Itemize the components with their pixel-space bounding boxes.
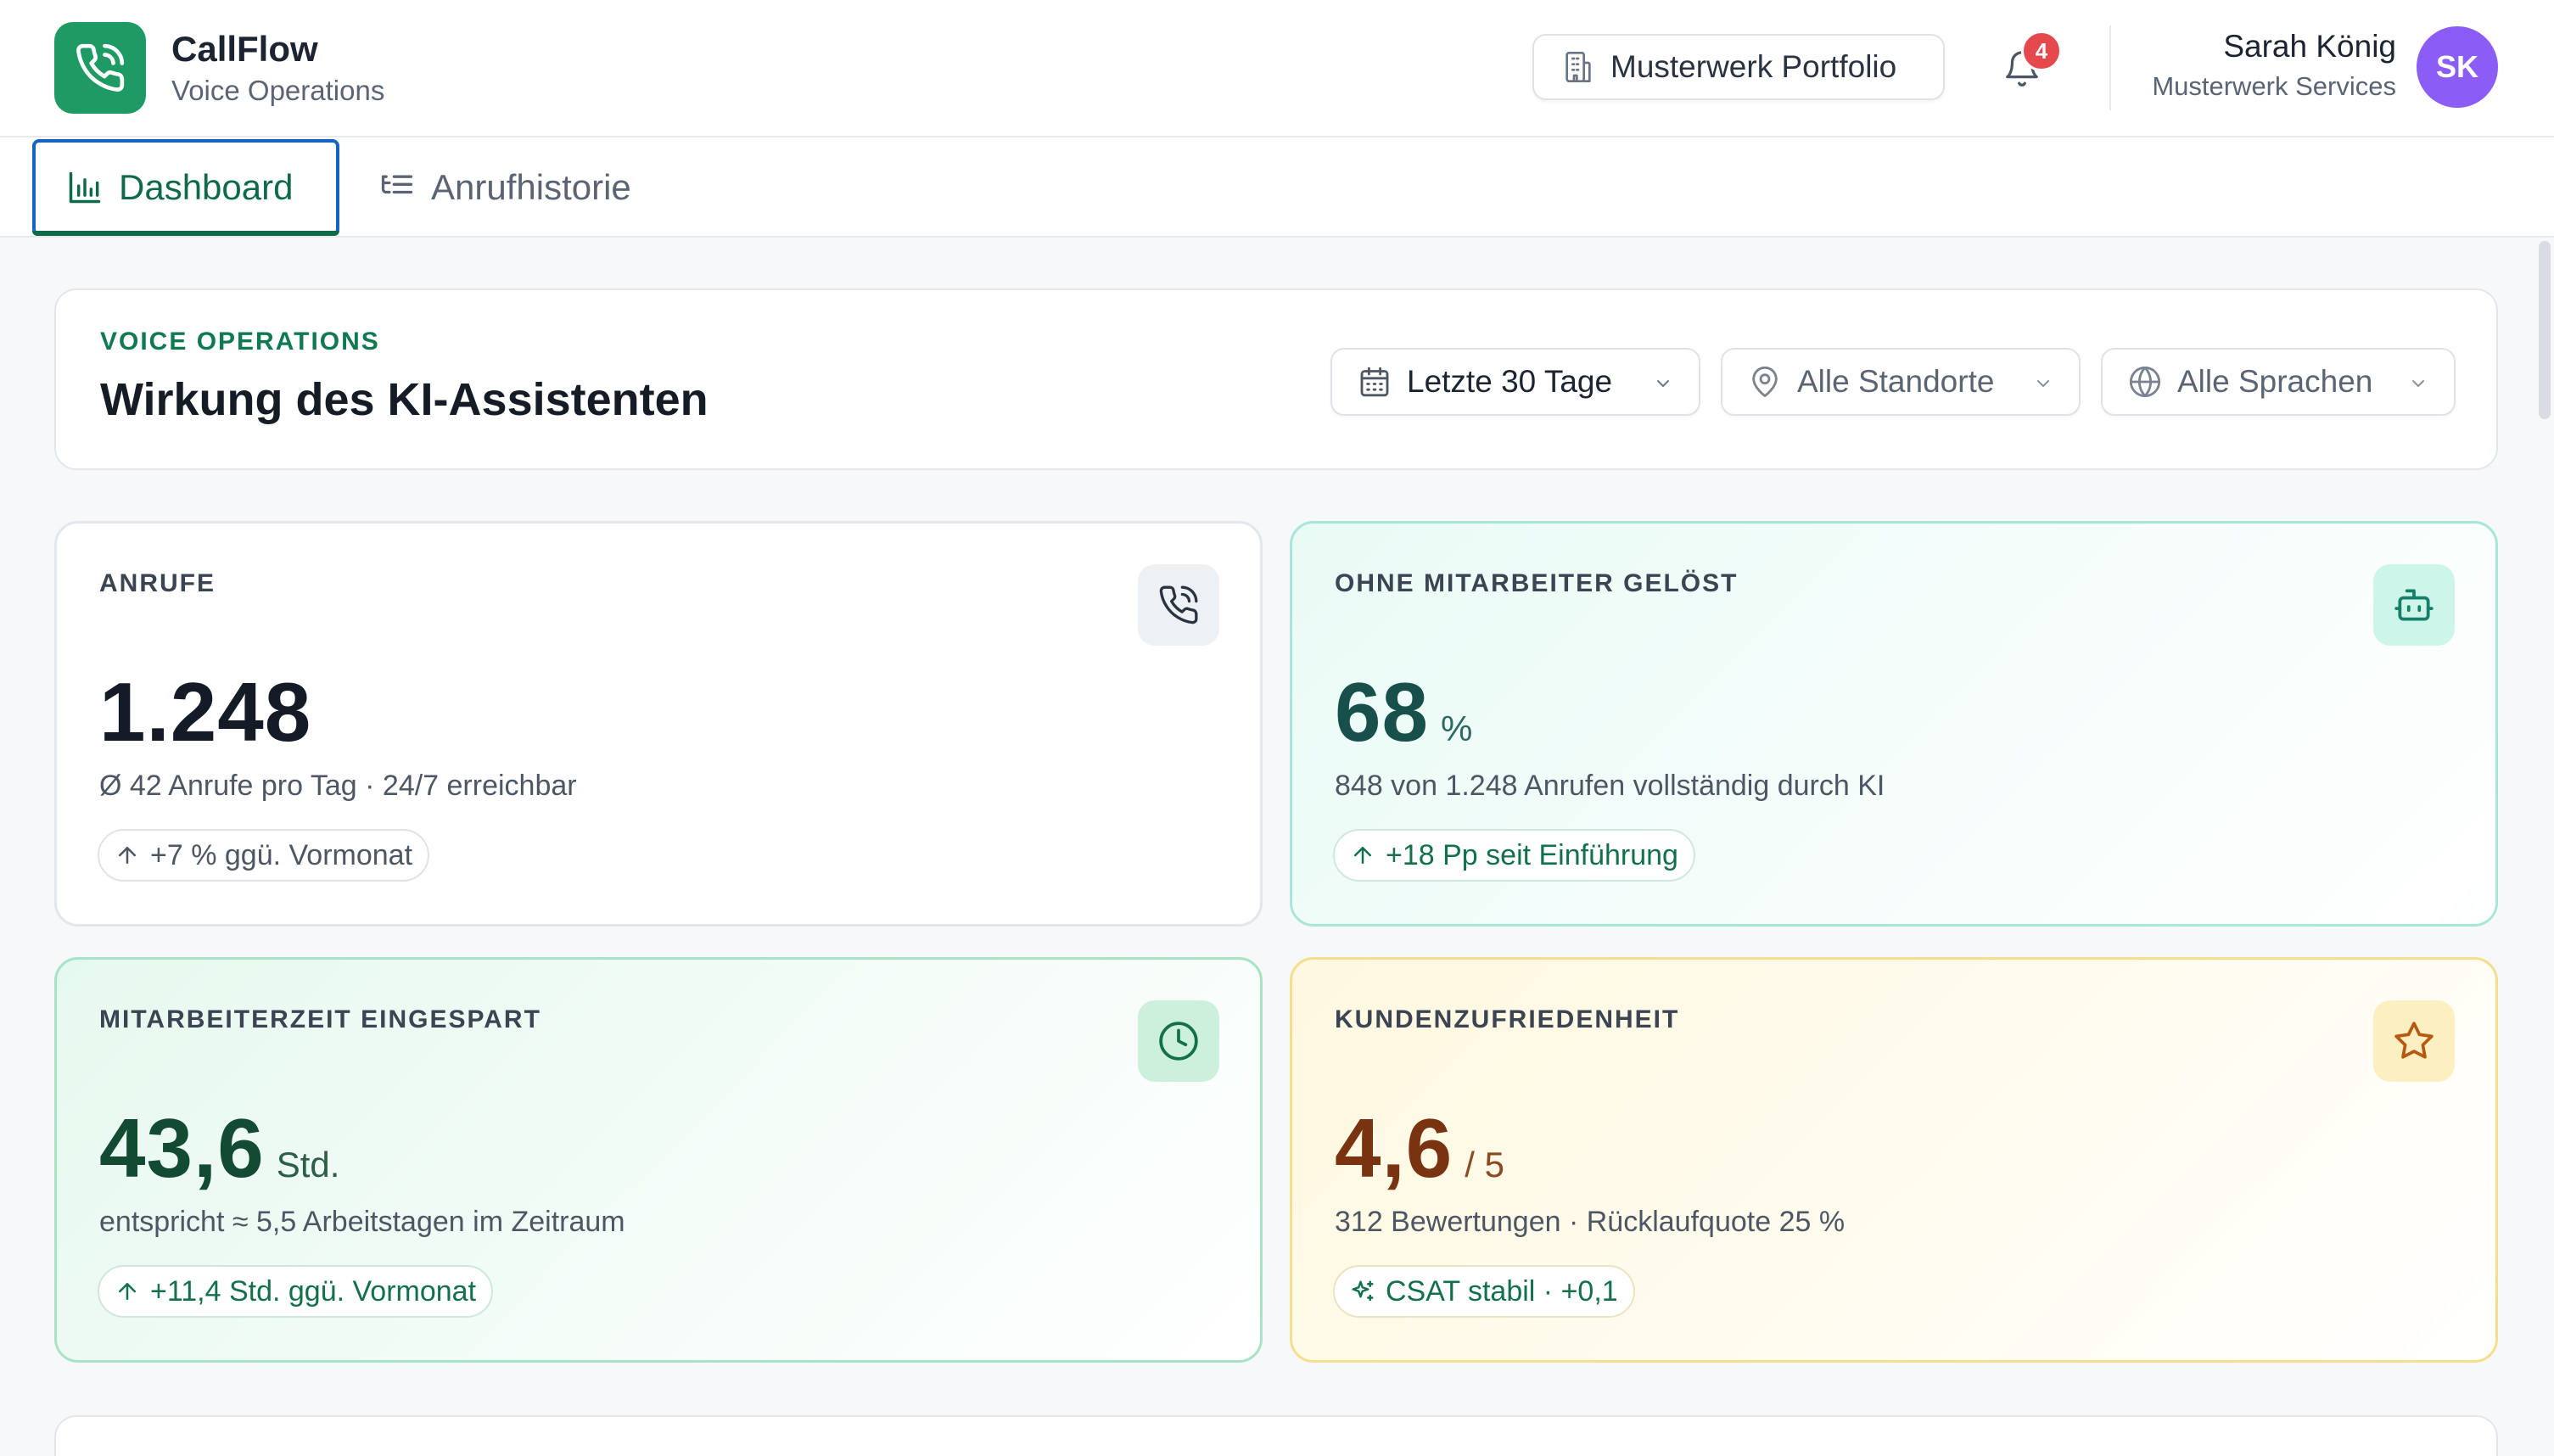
kpi-label: OHNE MITARBEITER GELÖST	[1335, 569, 1739, 597]
kpi-icon-container	[1138, 1000, 1219, 1082]
date-range-value: Letzte 30 Tage	[1407, 364, 1613, 399]
kpi-card-calls[interactable]: ANRUFE 1.248 Ø 42 Anrufe pro Tag · 24/7 …	[54, 521, 1263, 927]
user-name: Sarah König	[2223, 29, 2396, 64]
kpi-trend-pill: CSAT stabil · +0,1	[1333, 1265, 1635, 1318]
kpi-card-time-saved[interactable]: MITARBEITERZEIT EINGESPART 43,6 Std. ent…	[54, 957, 1263, 1363]
date-range-select[interactable]: Letzte 30 Tage	[1330, 348, 1700, 416]
filter-card: VOICE OPERATIONS Wirkung des KI-Assisten…	[54, 288, 2498, 470]
kpi-value: 1.248	[99, 665, 312, 759]
section-eyebrow: VOICE OPERATIONS	[100, 328, 380, 356]
phone-call-icon	[76, 43, 125, 92]
kpi-value-row: 68 %	[1335, 664, 1472, 760]
chevron-down-icon	[1657, 380, 1669, 387]
chevron-down-icon	[2412, 380, 2424, 387]
kpi-value-row: 1.248	[99, 664, 311, 760]
kpi-trend-text: +7 % ggü. Vormonat	[150, 838, 413, 871]
kpi-icon-container	[2373, 1000, 2455, 1082]
tab-dashboard-label: Dashboard	[119, 167, 294, 207]
kpi-value-row: 4,6 / 5	[1335, 1100, 1504, 1196]
kpi-description: Ø 42 Anrufe pro Tag · 24/7 erreichbar	[99, 770, 577, 802]
kpi-card-customer-satisfaction[interactable]: KUNDENZUFRIEDENHEIT 4,6 / 5 312 Bewertun…	[1290, 957, 2498, 1363]
kpi-label: KUNDENZUFRIEDENHEIT	[1335, 1005, 1680, 1033]
arrow-up-icon	[1354, 847, 1371, 864]
map-pin-icon	[1752, 366, 1778, 398]
sparkles-icon	[1352, 1280, 1374, 1302]
chevron-down-icon	[2037, 380, 2049, 387]
language-select[interactable]: Alle Sprachen	[2101, 348, 2456, 416]
kpi-label: ANRUFE	[99, 569, 216, 597]
clock-icon	[1159, 1022, 1198, 1061]
portfolio-label: Musterwerk Portfolio	[1610, 49, 1897, 84]
kpi-unit: / 5	[1465, 1145, 1504, 1184]
kpi-trend-text: +11,4 Std. ggü. Vormonat	[150, 1274, 477, 1308]
location-select[interactable]: Alle Standorte	[1721, 348, 2081, 416]
scrollbar-thumb[interactable]	[2539, 241, 2551, 419]
tab-bar: Dashboard Anrufhistorie	[0, 137, 2554, 238]
language-value: Alle Sprachen	[2177, 364, 2373, 399]
kpi-trend-pill: +7 % ggü. Vormonat	[98, 829, 430, 882]
kpi-description: 848 von 1.248 Anrufen vollständig durch …	[1335, 770, 1885, 802]
arrow-up-icon	[119, 1283, 136, 1300]
app-subtitle: Voice Operations	[171, 75, 385, 106]
app-logo[interactable]	[54, 22, 146, 114]
kpi-trend-pill: +18 Pp seit Einführung	[1333, 829, 1695, 882]
globe-icon	[2129, 366, 2161, 398]
location-value: Alle Standorte	[1797, 364, 1995, 399]
kpi-label: MITARBEITERZEIT EINGESPART	[99, 1005, 541, 1033]
kpi-unit: %	[1441, 708, 1473, 748]
notification-badge: 4	[2021, 31, 2062, 71]
kpi-value: 68	[1335, 665, 1430, 759]
portfolio-switcher-button[interactable]: Musterwerk Portfolio	[1532, 34, 1945, 100]
calendar-icon	[1360, 367, 1389, 397]
kpi-description: 312 Bewertungen · Rücklaufquote 25 %	[1335, 1206, 1845, 1238]
page-title: Wirkung des KI-Assistenten	[100, 374, 709, 425]
kpi-unit: Std.	[276, 1145, 340, 1184]
top-header: CallFlow Voice Operations Musterwerk Por…	[0, 0, 2554, 137]
phone-call-icon	[1159, 585, 1198, 624]
bot-icon	[2394, 589, 2434, 621]
header-divider	[2109, 25, 2111, 110]
kpi-trend-text: +18 Pp seit Einführung	[1386, 838, 1678, 871]
tab-anrufhistorie-label: Anrufhistorie	[431, 167, 631, 207]
building-icon	[1565, 52, 1591, 82]
list-tree-icon	[381, 175, 413, 194]
bar-chart-icon	[69, 171, 101, 204]
kpi-icon-container	[1138, 564, 1219, 646]
kpi-icon-container	[2373, 564, 2455, 646]
user-avatar[interactable]: SK	[2417, 26, 2498, 108]
kpi-value: 43,6	[99, 1101, 265, 1195]
kpi-trend-pill: +11,4 Std. ggü. Vormonat	[98, 1265, 494, 1318]
next-section-card	[54, 1415, 2498, 1456]
star-icon	[2394, 1022, 2434, 1059]
kpi-description: entspricht ≈ 5,5 Arbeitstagen im Zeitrau…	[99, 1206, 625, 1238]
tab-dashboard[interactable]: Dashboard	[32, 139, 339, 236]
kpi-value: 4,6	[1335, 1101, 1453, 1195]
user-organization: Musterwerk Services	[2152, 71, 2396, 101]
kpi-card-ai-resolved[interactable]: OHNE MITARBEITER GELÖST 68 % 848 von 1.2…	[1290, 521, 2498, 927]
arrow-up-icon	[119, 847, 136, 864]
kpi-trend-text: CSAT stabil · +0,1	[1386, 1274, 1618, 1308]
app-name: CallFlow	[171, 29, 318, 69]
kpi-value-row: 43,6 Std.	[99, 1100, 339, 1196]
tab-anrufhistorie[interactable]: Anrufhistorie	[378, 139, 631, 236]
